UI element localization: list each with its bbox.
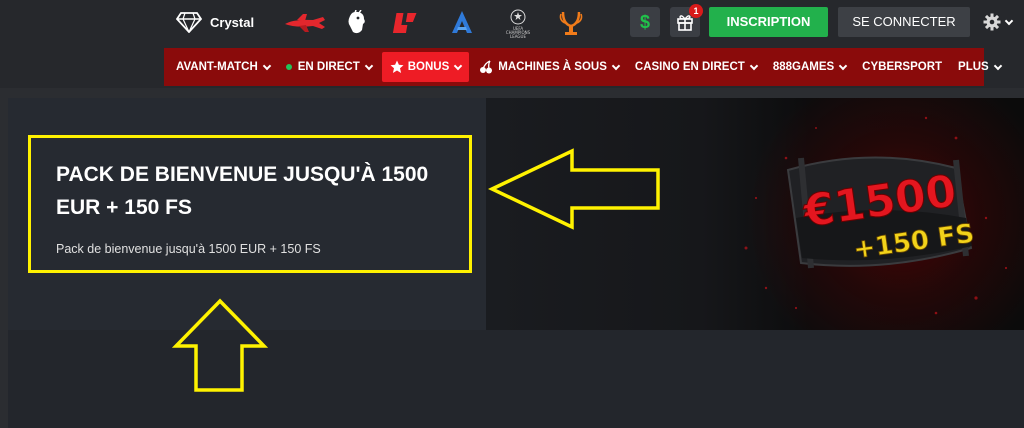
chevron-down-icon — [364, 61, 373, 70]
nav-wrapper: AVANT-MATCH EN DIRECT BONUS MACHINES À S… — [0, 44, 1024, 88]
deposit-button[interactable]: $ — [630, 7, 660, 37]
nav-item-label: CYBERSPORT — [862, 61, 943, 73]
nav-item-888games[interactable]: 888GAMES — [765, 52, 854, 82]
nav-item-label: CASINO EN DIRECT — [634, 61, 745, 73]
arrow-left-icon — [488, 148, 660, 230]
nav-item-label: MACHINES À SOUS — [498, 61, 607, 73]
europa-league-icon — [559, 11, 583, 35]
chevron-down-icon — [611, 61, 621, 70]
nav-item-cybersport[interactable]: CYBERSPORT — [854, 52, 950, 82]
chevron-down-icon — [1004, 16, 1014, 25]
premier-league-link[interactable] — [341, 8, 371, 38]
nav-item-en-direct[interactable]: EN DIRECT — [278, 52, 380, 82]
nav-item-bonus[interactable]: BONUS — [381, 52, 470, 82]
champions-league-caption: UEFA CHAMPIONS LEAGUE — [506, 26, 531, 39]
nav-item-label: EN DIRECT — [297, 61, 360, 73]
europa-league-link[interactable] — [556, 8, 586, 38]
nav-item-label: PLUS — [958, 61, 989, 73]
champions-league-link[interactable]: UEFA CHAMPIONS LEAGUE — [501, 8, 535, 39]
promo-title: PACK DE BIENVENUE JUSQU'À 1500 EUR + 150… — [56, 163, 429, 219]
arrow-up-icon — [172, 298, 268, 392]
login-button[interactable]: SE CONNECTER — [838, 7, 970, 37]
laliga-link[interactable] — [389, 8, 419, 38]
nav-item-machines-a-sous[interactable]: MACHINES À SOUS — [471, 52, 627, 82]
nav-item-label: 888GAMES — [772, 61, 835, 73]
main-nav: AVANT-MATCH EN DIRECT BONUS MACHINES À S… — [164, 48, 1002, 86]
dollar-icon: $ — [639, 11, 650, 32]
promo-subtitle: Pack de bienvenue jusqu'à 1500 EUR + 150… — [56, 242, 321, 256]
serie-a-icon — [452, 11, 472, 33]
nav-item-plus[interactable]: PLUS — [950, 52, 1009, 82]
chevron-down-icon — [838, 61, 848, 70]
chevron-down-icon — [454, 61, 463, 70]
gift-button[interactable]: 1 — [670, 4, 703, 37]
lion-icon — [348, 10, 365, 34]
nav-item-label: BONUS — [407, 61, 450, 73]
brand-label: Crystal — [210, 14, 255, 30]
settings-button[interactable] — [983, 10, 1015, 34]
diamond-icon — [176, 12, 202, 33]
chevron-down-icon — [749, 61, 759, 70]
live-dot-icon — [285, 64, 292, 70]
nav-item-label: AVANT-MATCH — [176, 61, 258, 73]
gift-badge: 1 — [689, 4, 703, 18]
plane-icon — [285, 14, 325, 32]
aviator-link[interactable] — [282, 8, 328, 38]
chevron-down-icon — [262, 61, 272, 70]
champions-league-icon: UEFA CHAMPIONS LEAGUE — [506, 9, 531, 39]
top-bar: Crystal UEFA CHAMPIONS LEAGUE $ 1 INSCRI… — [0, 0, 1024, 44]
register-button[interactable]: INSCRIPTION — [709, 7, 828, 37]
nav-item-avant-match[interactable]: AVANT-MATCH — [168, 52, 278, 82]
laliga-icon — [392, 13, 417, 33]
star-icon — [390, 60, 404, 73]
brand-link[interactable]: Crystal — [176, 9, 254, 35]
gear-icon — [983, 13, 1001, 31]
nav-item-casino-en-direct[interactable]: CASINO EN DIRECT — [627, 52, 765, 82]
serie-a-link[interactable] — [447, 8, 477, 38]
cherry-icon — [480, 60, 493, 74]
chevron-down-icon — [993, 61, 1002, 70]
